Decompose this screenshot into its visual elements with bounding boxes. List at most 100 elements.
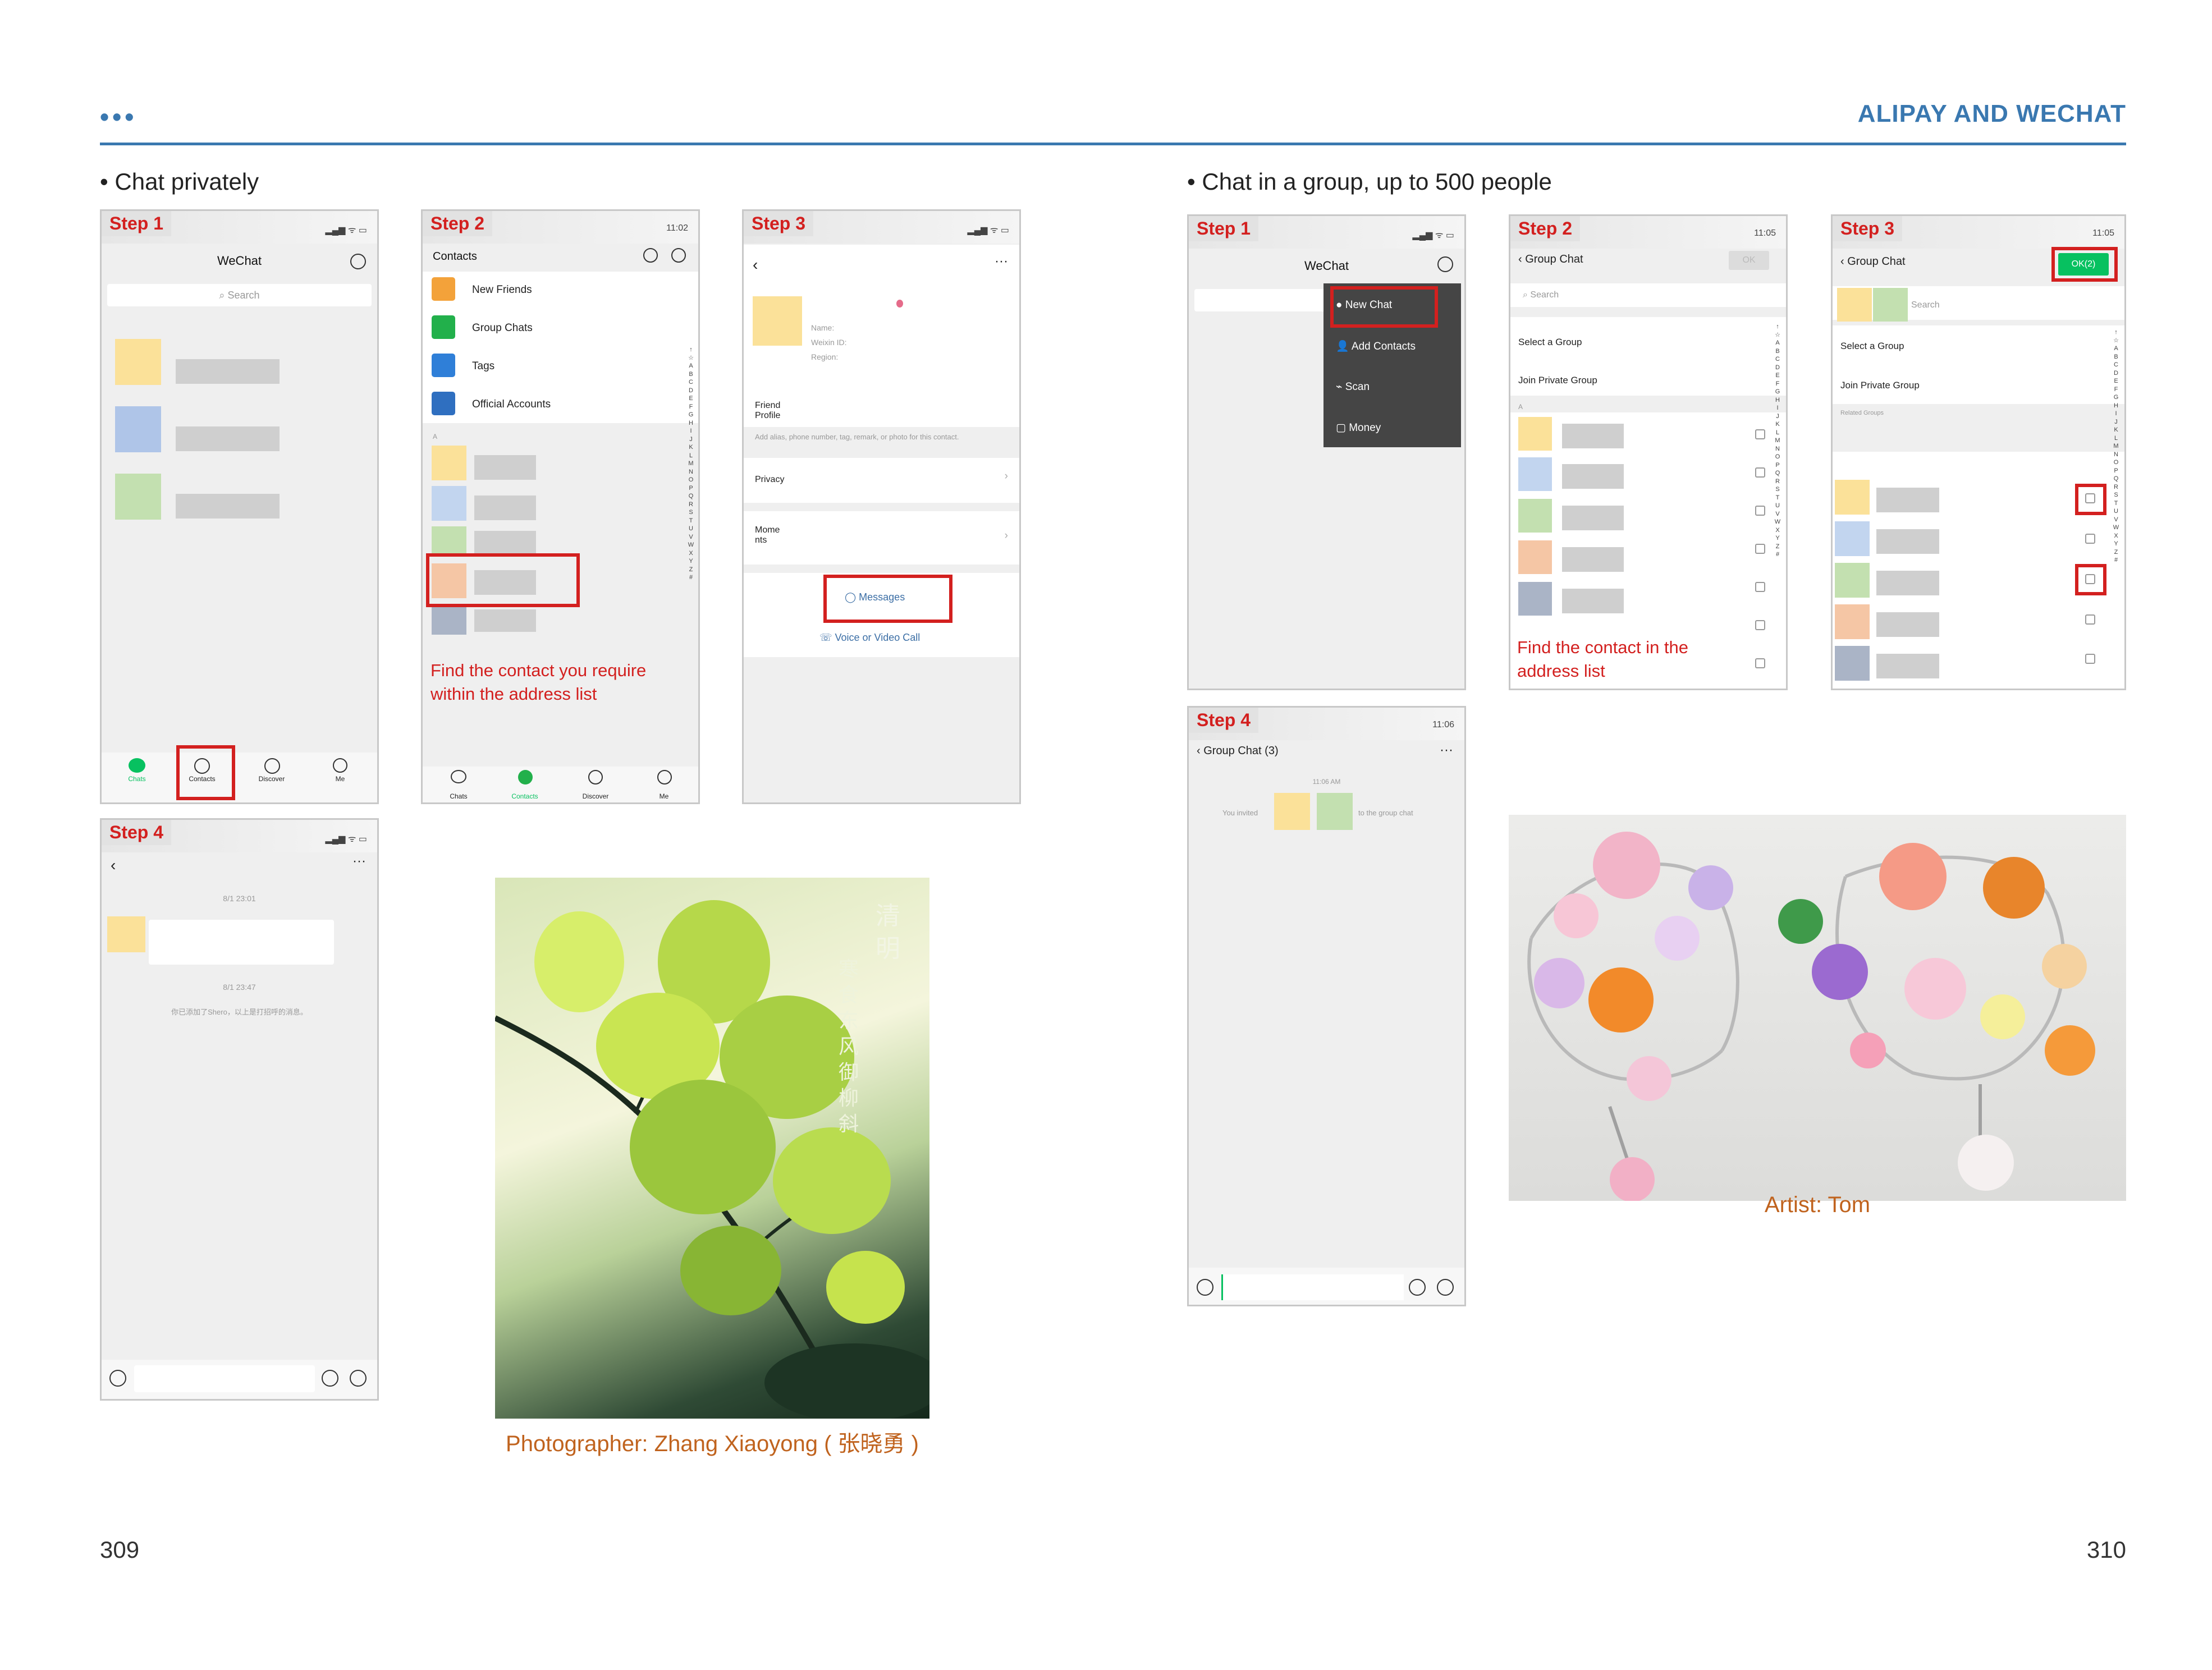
alphabet-letter[interactable]: ☆ <box>2112 337 2121 345</box>
alphabet-letter[interactable]: W <box>1773 518 1782 526</box>
menu-add-contacts[interactable]: 👤 Add Contacts <box>1336 339 1416 353</box>
alphabet-letter[interactable]: B <box>1773 347 1782 356</box>
alphabet-letter[interactable]: C <box>686 378 695 387</box>
checkbox[interactable] <box>1755 506 1765 516</box>
back-icon[interactable]: ‹ Group Chat <box>1840 255 1906 268</box>
tab-contacts[interactable]: Contacts <box>508 792 542 800</box>
tab-me[interactable]: Me <box>647 792 681 800</box>
checkbox[interactable] <box>1755 620 1765 630</box>
tab-discover[interactable]: Discover <box>255 775 288 783</box>
alphabet-letter[interactable]: R <box>2112 483 2121 492</box>
back-icon[interactable]: ‹ <box>753 256 758 274</box>
select-a-group[interactable]: Select a Group <box>1518 337 1582 348</box>
menu-official-accounts[interactable]: Official Accounts <box>472 398 551 411</box>
back-icon[interactable]: ‹ <box>111 856 116 874</box>
friend-profile-label[interactable]: Friend Profile <box>755 401 789 421</box>
alphabet-letter[interactable]: M <box>1773 437 1782 445</box>
chats-tab-icon[interactable] <box>129 758 145 773</box>
alphabet-letter[interactable]: V <box>686 533 695 542</box>
discover-tab-icon[interactable] <box>264 758 280 774</box>
alphabet-letter[interactable]: A <box>686 362 695 370</box>
join-private-group[interactable]: Join Private Group <box>1840 380 1920 391</box>
alphabet-letter[interactable]: Q <box>1773 469 1782 478</box>
search-icon[interactable] <box>643 248 658 263</box>
alphabet-letter[interactable]: ☆ <box>1773 331 1782 339</box>
alphabet-letter[interactable]: J <box>2112 418 2121 426</box>
alphabet-letter[interactable]: I <box>1773 404 1782 412</box>
more-icon[interactable]: ··· <box>995 254 1008 269</box>
plus-icon[interactable] <box>350 1370 367 1387</box>
voice-icon[interactable] <box>1197 1279 1213 1296</box>
alphabet-letter[interactable]: A <box>1773 339 1782 347</box>
alphabet-letter[interactable]: P <box>2112 467 2121 475</box>
selected-avatar[interactable] <box>1837 288 1872 322</box>
alphabet-letter[interactable]: O <box>686 476 695 484</box>
emoji-icon[interactable] <box>322 1370 338 1387</box>
alphabet-letter[interactable]: ↑ <box>686 346 695 354</box>
alphabet-letter[interactable]: Z <box>1773 543 1782 551</box>
alphabet-letter[interactable]: T <box>686 517 695 525</box>
alphabet-letter[interactable]: M <box>686 460 695 468</box>
discover-tab-icon[interactable] <box>588 770 603 784</box>
alphabet-letter[interactable]: G <box>1773 388 1782 396</box>
more-icon[interactable]: ··· <box>1440 742 1453 758</box>
alphabet-letter[interactable]: L <box>1773 429 1782 437</box>
alphabet-letter[interactable]: O <box>1773 453 1782 461</box>
message-input[interactable] <box>134 1365 315 1392</box>
alphabet-letter[interactable]: S <box>1773 485 1782 494</box>
moments-label[interactable]: Mome nts <box>755 525 789 545</box>
menu-new-friends[interactable]: New Friends <box>472 284 532 296</box>
alphabet-letter[interactable]: E <box>2112 377 2121 386</box>
alphabet-letter[interactable]: D <box>2112 369 2121 378</box>
menu-money[interactable]: ▢ Money <box>1336 421 1381 434</box>
alphabet-letter[interactable]: J <box>686 435 695 444</box>
checkbox[interactable] <box>2085 534 2095 544</box>
alphabet-letter[interactable]: C <box>1773 355 1782 364</box>
alphabet-letter[interactable]: W <box>686 541 695 549</box>
search-bar[interactable]: ⌕ Search <box>107 284 372 306</box>
alphabet-letter[interactable]: L <box>2112 434 2121 443</box>
alphabet-letter[interactable]: Y <box>686 557 695 566</box>
alphabet-letter[interactable]: V <box>1773 510 1782 519</box>
alphabet-letter[interactable]: K <box>686 443 695 452</box>
alphabet-letter[interactable]: ↑ <box>1773 323 1782 331</box>
alphabet-letter[interactable]: X <box>2112 532 2121 540</box>
alphabet-letter[interactable]: Z <box>686 566 695 574</box>
alphabet-letter[interactable]: J <box>1773 412 1782 421</box>
menu-tags[interactable]: Tags <box>472 360 494 373</box>
alphabet-letter[interactable]: O <box>2112 458 2121 467</box>
alphabet-letter[interactable]: X <box>686 549 695 558</box>
checkbox[interactable] <box>2085 614 2095 625</box>
tab-chats[interactable]: Chats <box>120 775 154 783</box>
alphabet-letter[interactable]: K <box>2112 426 2121 434</box>
alphabet-letter[interactable]: T <box>1773 494 1782 502</box>
checkbox[interactable] <box>2085 654 2095 664</box>
checkbox[interactable] <box>1755 658 1765 668</box>
alphabet-letter[interactable]: ↑ <box>2112 328 2121 337</box>
add-icon[interactable] <box>350 254 366 269</box>
alphabet-letter[interactable]: P <box>686 484 695 493</box>
alphabet-letter[interactable]: W <box>2112 524 2121 532</box>
alphabet-letter[interactable]: B <box>686 370 695 379</box>
alphabet-letter[interactable]: M <box>2112 442 2121 451</box>
alphabet-letter[interactable]: S <box>2112 491 2121 499</box>
alphabet-letter[interactable]: B <box>2112 353 2121 361</box>
alphabet-letter[interactable]: D <box>686 387 695 395</box>
tab-me[interactable]: Me <box>323 775 357 783</box>
alphabet-letter[interactable]: N <box>1773 445 1782 453</box>
alphabet-letter[interactable]: F <box>2112 386 2121 394</box>
alphabet-letter[interactable]: R <box>1773 478 1782 486</box>
alphabet-letter[interactable]: A <box>2112 345 2121 353</box>
tab-chats[interactable]: Chats <box>442 792 475 800</box>
alphabet-letter[interactable]: I <box>2112 410 2121 418</box>
alphabet-letter[interactable]: Y <box>2112 540 2121 548</box>
voice-icon[interactable] <box>109 1370 126 1387</box>
alphabet-letter[interactable]: N <box>686 468 695 476</box>
add-icon[interactable] <box>671 248 686 263</box>
alphabet-letter[interactable]: C <box>2112 361 2121 369</box>
alphabet-letter[interactable]: N <box>2112 451 2121 459</box>
alphabet-letter[interactable]: Q <box>686 492 695 501</box>
more-icon[interactable]: ··· <box>352 854 366 869</box>
checkbox[interactable] <box>1755 467 1765 478</box>
voice-video-call-button[interactable]: ☏ Voice or Video Call <box>819 632 920 644</box>
